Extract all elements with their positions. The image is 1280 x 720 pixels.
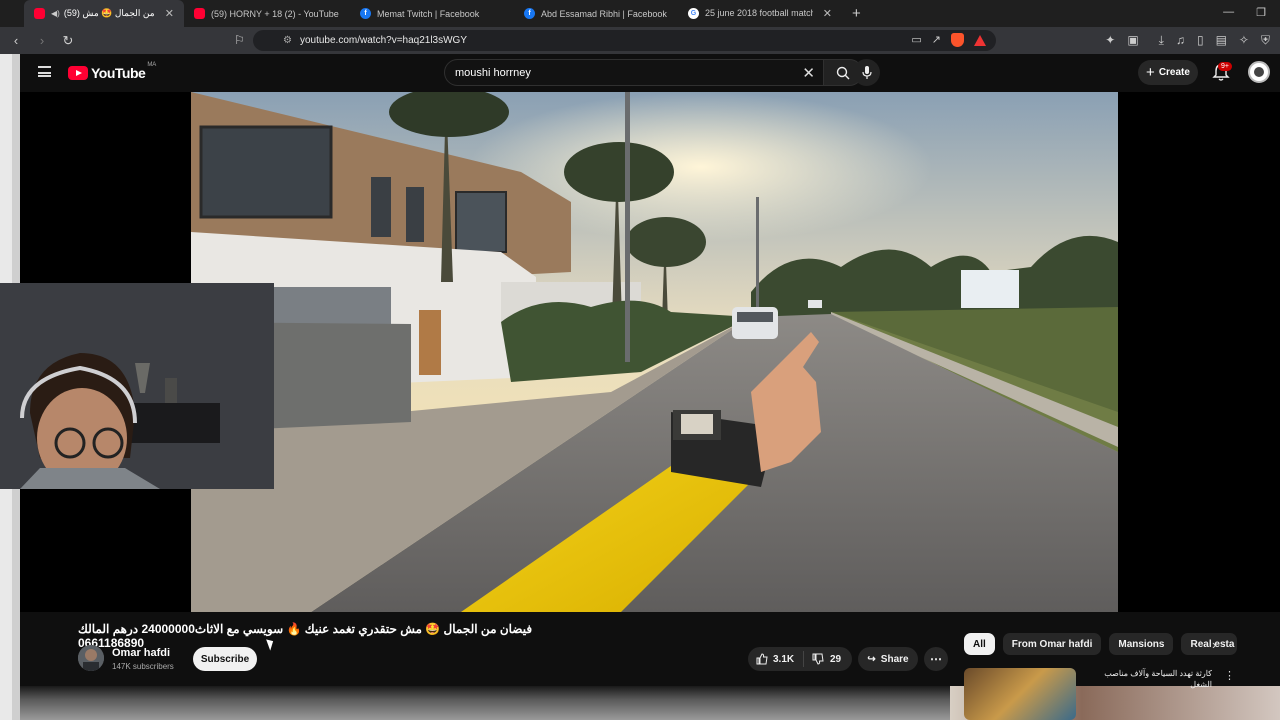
overlapping-window [20, 686, 950, 720]
menu-icon[interactable] [38, 66, 51, 77]
new-tab-icon[interactable]: + [846, 5, 867, 22]
tab-title: Abd Essamad Ribhi | Facebook [541, 8, 667, 19]
video-title: فيضان من الجمال 🤩 مش حتقدري تغمد عنيك 🔥 … [78, 622, 533, 650]
search-query: moushi horrney [455, 66, 531, 79]
cast-icon[interactable]: ▭ [911, 33, 921, 47]
tab-title: Memat Twitch | Facebook [377, 8, 480, 19]
dislike-count: 29 [830, 653, 842, 665]
extensions-area: ✦ ▣ ⤓ ♫ ▯ ▤ ✧ ⛨ [1105, 33, 1270, 48]
forward-icon[interactable]: › [32, 33, 52, 48]
music-icon[interactable]: ♫ [1176, 33, 1185, 48]
search-input[interactable]: moushi horrney ✕ [444, 59, 824, 86]
close-tab-icon[interactable]: ✕ [165, 7, 174, 20]
thumbs-up-icon [756, 653, 768, 665]
brave-rewards-icon[interactable] [974, 35, 986, 46]
google-icon: G [688, 8, 699, 19]
sidebar-panel-icon[interactable]: ▣ [1127, 33, 1138, 48]
search-icon [836, 66, 850, 79]
create-button[interactable]: + Create [1138, 60, 1198, 85]
webcam-image [0, 283, 274, 489]
notification-badge: 9+ [1218, 62, 1232, 71]
like-count: 3.1K [773, 653, 795, 665]
bookmark-icon[interactable]: ⚐ [234, 33, 245, 47]
chip-all[interactable]: All [964, 633, 995, 655]
tab-title: (59) فيضان من الجمال 🤩 مش... [63, 8, 155, 18]
wallet-icon[interactable]: ▤ [1216, 33, 1227, 48]
webcam-overlay [0, 283, 274, 489]
like-button[interactable]: 3.1K [748, 651, 804, 667]
more-vertical-icon[interactable]: ⋮ [1224, 669, 1235, 682]
tab[interactable]: G 25 june 2018 football match - بحث Go..… [678, 0, 842, 27]
dislike-button[interactable]: 29 [804, 653, 841, 665]
facebook-icon: f [524, 8, 535, 19]
screen: ◀) (59) فيضان من الجمال 🤩 مش... ✕ (59) H… [0, 0, 1280, 720]
reload-icon[interactable]: ↻ [58, 33, 78, 49]
address-bar[interactable]: ⚐ ⚙ youtube.com/watch?v=haq21l3sWGY ▭ ↗ [234, 30, 996, 51]
tab[interactable]: (59) HORNY + 18 (2) - YouTube [184, 0, 350, 27]
minimize-icon[interactable]: — [1223, 6, 1234, 19]
share-icon: ↪ [867, 653, 876, 665]
channel-avatar-image [78, 645, 104, 671]
clear-search-icon[interactable]: ✕ [802, 64, 815, 82]
voice-search-button[interactable] [853, 59, 880, 86]
share-page-icon[interactable]: ↗ [932, 33, 941, 47]
download-icon[interactable]: ⤓ [1159, 33, 1164, 48]
youtube-icon [194, 8, 205, 19]
like-dislike-group: 3.1K 29 [748, 647, 852, 671]
subscriber-count: 147K subscribers [112, 662, 174, 671]
vpn-icon[interactable]: ⛨ [1261, 33, 1270, 48]
recommended-title[interactable]: كارثة تهدد السياحة وآلاف مناصب الشغل [1082, 668, 1212, 690]
back-icon[interactable]: ‹ [6, 33, 26, 48]
tab-title: (59) HORNY + 18 (2) - YouTube [211, 8, 339, 19]
sidebar-icon[interactable]: ▯ [1197, 33, 1204, 48]
related-filter-chips: All From Omar hafdi Mansions Real esta [964, 633, 1238, 655]
plus-icon: + [1146, 64, 1155, 81]
youtube-header: YouTube MA moushi horrney ✕ + Create 9+ [20, 54, 1280, 92]
chevron-right-icon[interactable]: › [1212, 637, 1216, 652]
more-horizontal-icon: ⋯ [930, 652, 942, 666]
chip-mansions[interactable]: Mansions [1109, 633, 1174, 655]
speaker-icon: ◀) [51, 9, 60, 18]
account-avatar[interactable] [1248, 61, 1270, 83]
browser-tab-strip: ◀) (59) فيضان من الجمال 🤩 مش... ✕ (59) H… [0, 0, 1280, 27]
extension-icon[interactable]: ✦ [1105, 33, 1115, 48]
youtube-logo[interactable]: YouTube MA [68, 62, 157, 81]
share-button[interactable]: ↪ Share [858, 647, 918, 671]
logo-text: YouTube [91, 65, 146, 81]
window-controls: — ❐ [1223, 6, 1266, 19]
microphone-icon [861, 65, 872, 79]
browser-toolbar: ‹ › ↻ ⚐ ⚙ youtube.com/watch?v=haq21l3sWG… [0, 27, 1280, 54]
youtube-play-icon [68, 66, 88, 80]
subscribe-button[interactable]: Subscribe [193, 647, 257, 671]
video-player[interactable] [191, 92, 1118, 612]
chip-real-estate[interactable]: Real esta [1181, 633, 1238, 655]
close-tab-icon[interactable]: ✕ [823, 7, 832, 20]
tab[interactable]: f Abd Essamad Ribhi | Facebook [514, 0, 678, 27]
chip-from-channel[interactable]: From Omar hafdi [1002, 633, 1102, 655]
address-bar-actions: ▭ ↗ [911, 33, 986, 47]
video-frame [191, 92, 1118, 612]
channel-name[interactable]: Omar hafdi [112, 647, 170, 659]
channel-avatar[interactable] [78, 645, 104, 671]
tab-active[interactable]: ◀) (59) فيضان من الجمال 🤩 مش... ✕ [24, 0, 184, 27]
tab[interactable]: f Memat Twitch | Facebook [350, 0, 514, 27]
youtube-icon [34, 8, 45, 19]
facebook-icon: f [360, 8, 371, 19]
more-actions-button[interactable]: ⋯ [924, 647, 948, 671]
leo-ai-icon[interactable]: ✧ [1239, 33, 1249, 48]
site-info-icon[interactable]: ⚙ [283, 35, 292, 46]
share-label: Share [880, 653, 909, 665]
restore-icon[interactable]: ❐ [1256, 6, 1266, 19]
tab-title: 25 june 2018 football match - بحث Go... [705, 8, 813, 18]
brave-shield-icon[interactable] [951, 33, 964, 47]
create-label: Create [1158, 67, 1190, 78]
url-text: youtube.com/watch?v=haq21l3sWGY [299, 35, 468, 46]
thumbs-down-icon [812, 653, 824, 665]
country-code: MA [147, 62, 157, 68]
recommended-thumbnail[interactable] [964, 668, 1076, 720]
